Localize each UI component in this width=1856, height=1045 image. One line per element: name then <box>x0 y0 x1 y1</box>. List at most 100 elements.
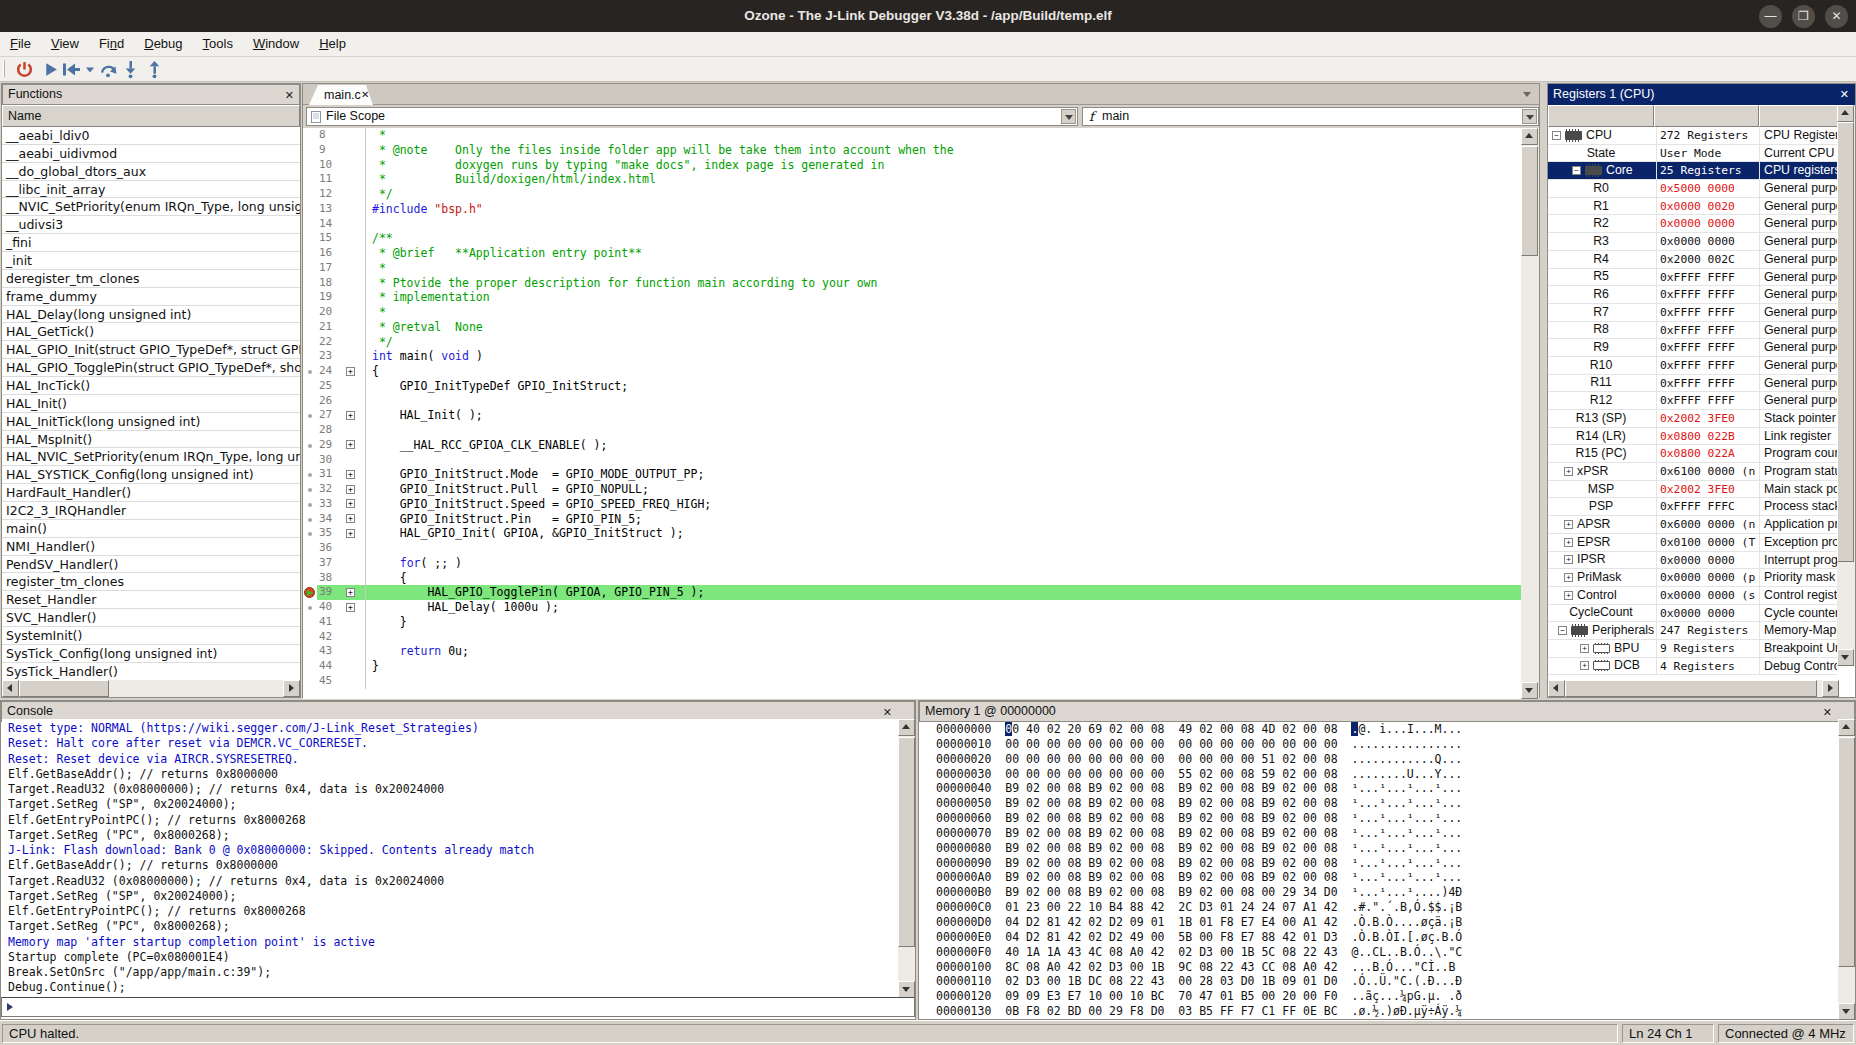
function-item[interactable]: deregister_tm_clones <box>2 270 300 288</box>
tab-main-c[interactable]: main.c✕ <box>309 85 373 105</box>
code-line[interactable]: 41 } <box>303 615 1522 630</box>
registers-vscrollbar[interactable] <box>1837 105 1855 666</box>
breakpoint-gutter[interactable] <box>303 497 317 512</box>
breakpoint-gutter[interactable] <box>303 556 317 571</box>
function-item[interactable]: __udivsi3 <box>2 216 300 234</box>
code-line[interactable]: 11 * Build/doxigen/html/index.html <box>303 172 1522 187</box>
reset-icon[interactable] <box>60 60 82 79</box>
function-item[interactable]: SVC_Handler() <box>2 609 300 627</box>
code-line[interactable]: 27+ HAL_Init( ); <box>303 408 1522 423</box>
function-item[interactable]: _init <box>2 252 300 270</box>
memory-row[interactable]: 000000D0 04 D2 81 42 02 D2 09 01 1B 01 F… <box>936 915 1838 930</box>
register-row-PriMask[interactable]: +PriMask0x0000 0000 (pPriority mask regi… <box>1548 569 1837 587</box>
memory-row[interactable]: 00000090 B9 02 00 08 B9 02 00 08 B9 02 0… <box>936 856 1838 871</box>
tree-expand-icon[interactable]: + <box>1580 644 1589 653</box>
register-row-CycleCount[interactable]: CycleCount0x0000 0000Cycle counter <box>1548 605 1837 623</box>
fold-plus-icon[interactable]: + <box>346 529 355 538</box>
breakpoint-gutter[interactable] <box>303 290 317 305</box>
menu-find[interactable]: Find <box>89 32 134 56</box>
code-line[interactable]: 23int main( void ) <box>303 349 1522 364</box>
fold-plus-icon[interactable]: + <box>346 603 355 612</box>
registers-close-icon[interactable]: ✕ <box>1840 84 1849 104</box>
function-item[interactable]: HAL_GetTick() <box>2 323 300 341</box>
editor-vscrollbar[interactable] <box>1521 128 1539 699</box>
function-item[interactable]: SysTick_Config(long unsigned int) <box>2 645 300 663</box>
code-line[interactable]: 18 * Ptovide the proper description for … <box>303 276 1522 291</box>
register-row-EPSR[interactable]: +EPSR0x0100 0000 (TException program sta… <box>1548 534 1837 552</box>
fold-plus-icon[interactable]: + <box>346 499 355 508</box>
register-row-DCB[interactable]: +DCB4 RegistersDebug Control Block <box>1548 658 1837 676</box>
register-row-PSP[interactable]: PSP0xFFFF FFFCProcess stack pointer <box>1548 498 1837 516</box>
fold-plus-icon[interactable]: + <box>346 367 355 376</box>
breakpoint-gutter[interactable] <box>303 187 317 202</box>
code-line[interactable]: 32+ GPIO_InitStruct.Pull = GPIO_NOPULL; <box>303 482 1522 497</box>
breakpoint-gutter[interactable] <box>303 231 317 246</box>
memory-row[interactable]: 00000040 B9 02 00 08 B9 02 00 08 B9 02 0… <box>936 781 1838 796</box>
function-item[interactable]: NMI_Handler() <box>2 538 300 556</box>
breakpoint-gutter[interactable] <box>303 172 317 187</box>
register-row-Control[interactable]: +Control0x0000 0000 (sControl register <box>1548 587 1837 605</box>
console-input[interactable] <box>1 997 915 1017</box>
toolbar-grip[interactable] <box>3 60 5 77</box>
tree-expand-icon[interactable]: + <box>1564 467 1573 476</box>
breakpoint-gutter[interactable] <box>303 644 317 659</box>
breakpoint-gutter[interactable] <box>303 335 317 350</box>
breakpoint-gutter[interactable] <box>303 423 317 438</box>
function-item[interactable]: __NVIC_SetPriority(enum IRQn_Type, long … <box>2 198 300 216</box>
file-scope-caret-icon[interactable] <box>1061 109 1076 124</box>
registers-col-value[interactable] <box>1654 105 1759 127</box>
memory-row[interactable]: 000000E0 04 D2 81 42 02 D2 49 00 5B 00 F… <box>936 930 1838 945</box>
function-item[interactable]: __do_global_dtors_aux <box>2 163 300 181</box>
code-line[interactable]: 12 */ <box>303 187 1522 202</box>
code-area[interactable]: 8 *9 * @note Only the files inside folde… <box>303 128 1522 699</box>
code-line[interactable]: 39+ HAL_GPIO_TogglePin( GPIOA, GPIO_PIN_… <box>303 585 1522 600</box>
code-line[interactable]: 21 * @retval None <box>303 320 1522 335</box>
memory-row[interactable]: 00000100 8C 08 A0 42 02 D3 00 1B 9C 08 2… <box>936 960 1838 975</box>
code-line[interactable]: 31+ GPIO_InitStruct.Mode = GPIO_MODE_OUT… <box>303 467 1522 482</box>
register-row-State[interactable]: StateUser ModeCurrent CPU State <box>1548 145 1837 163</box>
code-line[interactable]: 42 <box>303 630 1522 645</box>
fold-plus-icon[interactable]: + <box>346 514 355 523</box>
register-row-xPSR[interactable]: +xPSR0x6100 0000 (nProgram status regist… <box>1548 463 1837 481</box>
step-out-icon[interactable] <box>145 60 164 79</box>
memory-row[interactable]: 00000030 00 00 00 00 00 00 00 00 55 02 0… <box>936 767 1838 782</box>
function-item[interactable]: __aeabi_ldiv0 <box>2 127 300 145</box>
code-line[interactable]: 36 <box>303 541 1522 556</box>
register-row-R10[interactable]: R100xFFFF FFFFGeneral purpose register <box>1548 357 1837 375</box>
function-item[interactable]: Reset_Handler <box>2 591 300 609</box>
breakpoint-gutter[interactable] <box>303 526 317 541</box>
function-item[interactable]: I2C2_3_IRQHandler <box>2 502 300 520</box>
register-row-R12[interactable]: R120xFFFF FFFFGeneral purpose register <box>1548 392 1837 410</box>
code-line[interactable]: 13#include "bsp.h" <box>303 202 1522 217</box>
breakpoint-gutter[interactable] <box>303 600 317 615</box>
breakpoint-gutter[interactable] <box>303 541 317 556</box>
memory-row[interactable]: 00000000 00 40 02 20 69 02 00 08 49 02 0… <box>936 722 1838 737</box>
memory-row[interactable]: 00000080 B9 02 00 08 B9 02 00 08 B9 02 0… <box>936 841 1838 856</box>
menu-debug[interactable]: Debug <box>134 32 192 56</box>
tree-expand-icon[interactable]: + <box>1564 555 1573 564</box>
tree-expand-icon[interactable]: + <box>1564 573 1573 582</box>
tree-expand-icon[interactable]: + <box>1564 520 1573 529</box>
function-item[interactable]: main() <box>2 520 300 538</box>
memory-row[interactable]: 00000110 02 D3 00 1B DC 08 22 43 00 28 0… <box>936 974 1838 989</box>
register-row-R6[interactable]: R60xFFFF FFFFGeneral purpose register <box>1548 286 1837 304</box>
functions-name-column-header[interactable]: Name <box>2 105 300 127</box>
memory-row[interactable]: 00000020 00 00 00 00 00 00 00 00 00 00 0… <box>936 752 1838 767</box>
function-item[interactable]: HAL_MspInit() <box>2 431 300 449</box>
code-line[interactable]: 14 <box>303 217 1522 232</box>
code-line[interactable]: 43 return 0u; <box>303 644 1522 659</box>
register-row-R2[interactable]: R20x0000 0000General purpose register <box>1548 215 1837 233</box>
register-row-CPU[interactable]: −CPU272 RegistersCPU Registers <box>1548 127 1837 145</box>
breakpoint-gutter[interactable] <box>303 349 317 364</box>
code-line[interactable]: 25 GPIO_InitTypeDef GPIO_InitStruct; <box>303 379 1522 394</box>
breakpoint-gutter[interactable] <box>303 261 317 276</box>
memory-vscrollbar[interactable] <box>1838 719 1855 1020</box>
register-row-Peripherals[interactable]: −Peripherals247 RegistersMemory-Mapped P… <box>1548 622 1837 640</box>
breakpoint-gutter[interactable] <box>303 217 317 232</box>
function-item[interactable]: SystemInit() <box>2 627 300 645</box>
function-item[interactable]: HAL_GPIO_TogglePin(struct GPIO_TypeDef*,… <box>2 359 300 377</box>
register-row-R4[interactable]: R40x2000 002CGeneral purpose register <box>1548 251 1837 269</box>
code-line[interactable]: 35+ HAL_GPIO_Init( GPIOA, &GPIO_InitStru… <box>303 526 1522 541</box>
breakpoint-gutter[interactable] <box>303 571 317 586</box>
breakpoint-gutter[interactable] <box>303 128 317 143</box>
